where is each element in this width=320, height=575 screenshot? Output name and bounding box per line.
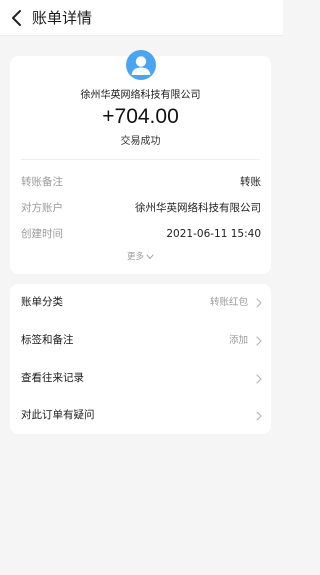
list-item-tags-remarks[interactable]: 标签和备注 添加 bbox=[10, 322, 271, 359]
detail-row-remark: 转账备注 转账 bbox=[21, 174, 261, 190]
list-item-value: 添加 bbox=[228, 335, 248, 346]
list-item-transaction-history[interactable]: 查看往来记录 bbox=[10, 360, 271, 397]
more-label: 更多 bbox=[126, 252, 144, 262]
options-card: 账单分类 转账红包 标签和备注 添加 查看往来记录 对此订单有疑问 bbox=[10, 284, 271, 434]
chevron-left-icon[interactable] bbox=[9, 9, 25, 27]
chevron-right-icon bbox=[256, 298, 262, 308]
chevron-right-icon bbox=[256, 336, 262, 346]
transaction-amount: +704.00 bbox=[102, 105, 179, 128]
detail-value: 2021-06-11 15:40 bbox=[166, 228, 261, 240]
top-bar: 账单详情 bbox=[0, 0, 283, 36]
detail-value: 转账 bbox=[240, 176, 261, 188]
page-title: 账单详情 bbox=[32, 9, 93, 27]
bill-summary-card: 徐州华英网络科技有限公司 +704.00 交易成功 转账备注 转账 对方账户 徐… bbox=[10, 50, 271, 274]
list-item-label: 账单分类 bbox=[21, 296, 63, 308]
list-item-value: 转账红包 bbox=[209, 297, 248, 308]
more-toggle[interactable]: 更多 bbox=[10, 251, 271, 263]
detail-value: 徐州华英网络科技有限公司 bbox=[135, 202, 261, 214]
detail-key: 转账备注 bbox=[21, 176, 63, 188]
detail-key: 对方账户 bbox=[21, 202, 63, 214]
list-item-label: 对此订单有疑问 bbox=[21, 409, 95, 421]
list-item-label: 查看往来记录 bbox=[21, 372, 84, 384]
list-item-order-question[interactable]: 对此订单有疑问 bbox=[10, 397, 271, 434]
chevron-down-icon bbox=[146, 254, 154, 259]
user-avatar-icon bbox=[126, 50, 156, 80]
chevron-right-icon bbox=[256, 411, 262, 421]
chevron-right-icon bbox=[256, 374, 262, 384]
detail-row-created-time: 创建时间 2021-06-11 15:40 bbox=[21, 226, 261, 242]
detail-key: 创建时间 bbox=[21, 228, 63, 240]
divider bbox=[21, 159, 260, 160]
payee-name: 徐州华英网络科技有限公司 bbox=[80, 90, 201, 101]
detail-row-counterparty: 对方账户 徐州华英网络科技有限公司 bbox=[21, 200, 261, 216]
transaction-status: 交易成功 bbox=[120, 136, 161, 147]
list-item-label: 标签和备注 bbox=[21, 334, 74, 346]
list-item-bill-category[interactable]: 账单分类 转账红包 bbox=[10, 284, 271, 321]
